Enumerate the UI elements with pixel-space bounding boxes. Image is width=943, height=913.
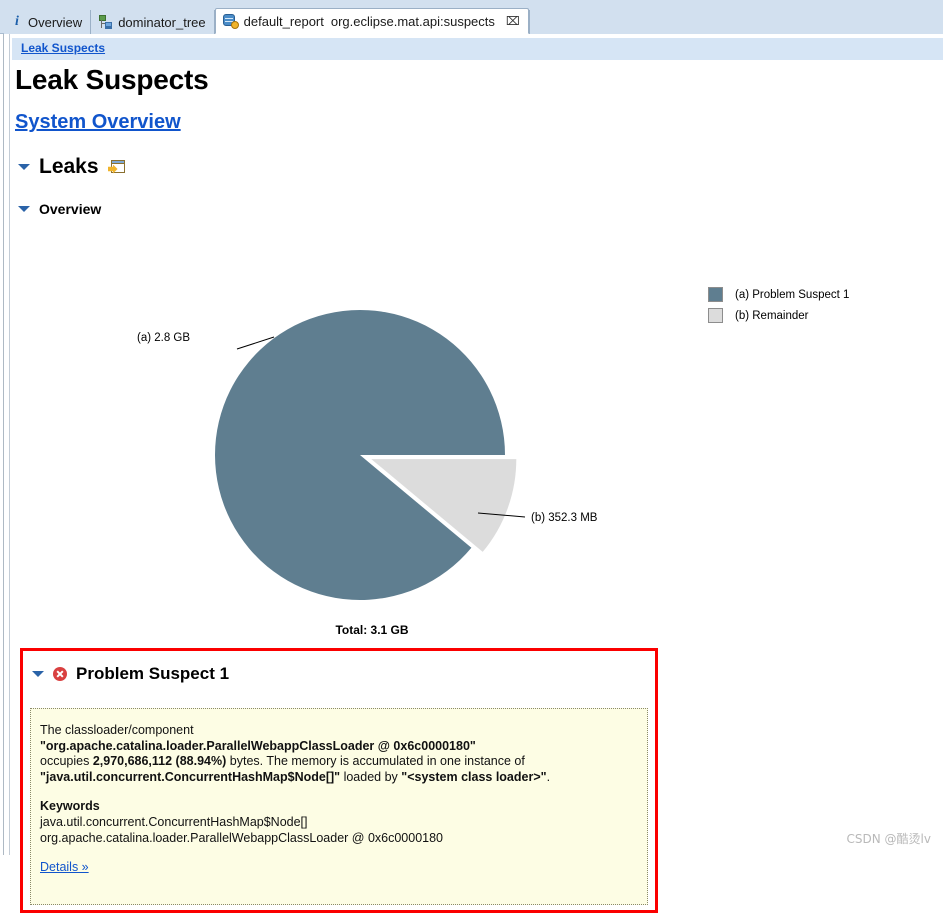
tab-dominator-tree-label: dominator_tree <box>118 14 206 30</box>
overview-section-header[interactable]: Overview <box>18 201 101 217</box>
bytes-value: 2,970,686,112 (88.94%) <box>92 754 227 769</box>
report-icon <box>222 13 239 29</box>
tab-dominator-tree[interactable]: dominator_tree <box>91 10 215 34</box>
page-title: Leak Suspects <box>15 64 209 95</box>
keywords-title: Keywords <box>40 799 100 814</box>
tab-overview-label: Overview <box>28 14 83 30</box>
editor-left-rail-inner <box>9 34 10 855</box>
instance-class: "java.util.concurrent.ConcurrentHashMap$… <box>40 769 341 784</box>
legend-item: (b) Remainder <box>708 305 849 326</box>
breadcrumb-link-leak-suspects[interactable]: Leak Suspects <box>21 41 105 55</box>
report-content: Leak Suspects System Overview Leaks Over… <box>12 60 943 913</box>
tab-default-report-subtitle: org.eclipse.mat.api:suspects <box>330 13 495 29</box>
watermark: CSDN @酷烫lv <box>846 832 931 846</box>
tree-icon <box>98 15 113 29</box>
pie-slice-a <box>215 309 506 600</box>
legend-label-a: (a) Problem Suspect 1 <box>735 288 850 301</box>
tab-default-report[interactable]: default_report org.eclipse.mat.api:suspe… <box>214 8 529 34</box>
chevron-down-icon[interactable] <box>18 206 30 212</box>
problem-suspect-header[interactable]: Problem Suspect 1 <box>32 664 229 684</box>
trailing-period: . <box>546 769 551 784</box>
leaks-section-title: Leaks <box>39 155 99 178</box>
problem-suspect-panel: The classloader/component "org.apache.ca… <box>30 708 648 905</box>
pie-callout-label-a: (a) 2.8 GB <box>137 332 190 344</box>
tab-default-report-label: default_report <box>243 13 324 29</box>
keyword-item: org.apache.catalina.loader.ParallelWebap… <box>40 830 444 845</box>
overview-section-title: Overview <box>39 201 102 217</box>
legend-swatch-a <box>708 287 723 302</box>
legend-label-b: (b) Remainder <box>735 309 809 322</box>
system-overview-link[interactable]: System Overview <box>15 111 181 134</box>
error-icon <box>53 667 67 681</box>
legend-item: (a) Problem Suspect 1 <box>708 284 849 305</box>
chevron-down-icon[interactable] <box>18 164 30 170</box>
report-window-icon[interactable] <box>107 159 125 175</box>
pie-chart-total-label: Total: 3.1 GB <box>335 623 409 637</box>
breadcrumb: Leak Suspects <box>12 38 943 60</box>
loader-name: "<system class loader>" <box>401 769 547 784</box>
description-line1: The classloader/component <box>40 723 194 737</box>
tab-bar-filler <box>528 10 943 34</box>
classloader-name: "org.apache.catalina.loader.ParallelWeba… <box>40 738 476 753</box>
tab-overview[interactable]: i Overview <box>4 10 92 34</box>
pie-chart-svg: (a) 2.8 GB (b) 352.3 MB <box>137 309 598 600</box>
chevron-down-icon[interactable] <box>32 671 44 677</box>
keyword-item: java.util.concurrent.ConcurrentHashMap$N… <box>40 814 308 829</box>
problem-suspect-title: Problem Suspect 1 <box>76 664 230 683</box>
editor-tab-bar: i Overview dominator_tree default_report… <box>0 0 943 34</box>
editor-left-rail-outer <box>3 34 4 855</box>
problem-suspect-description: The classloader/component "org.apache.ca… <box>31 709 647 876</box>
legend-swatch-b <box>708 308 723 323</box>
middle-text: bytes. The memory is accumulated in one … <box>229 754 525 769</box>
info-icon: i <box>15 14 19 29</box>
close-icon[interactable]: ⌧ <box>506 15 520 27</box>
pie-chart-legend: (a) Problem Suspect 1 (b) Remainder <box>708 284 849 326</box>
pie-callout-label-b: (b) 352.3 MB <box>531 512 598 524</box>
details-link[interactable]: Details » <box>40 860 89 876</box>
leaks-section-header[interactable]: Leaks <box>18 155 125 179</box>
occupies-word: occupies <box>40 754 90 769</box>
loaded-by-word: loaded by <box>343 769 398 784</box>
